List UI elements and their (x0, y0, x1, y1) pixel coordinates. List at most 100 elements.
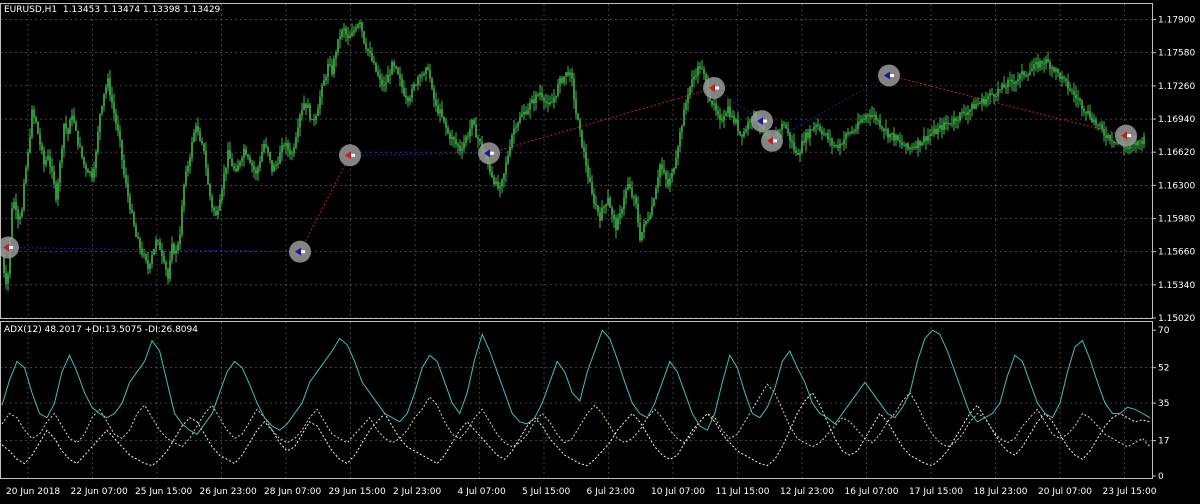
price-bar-body (461, 148, 463, 151)
price-bar-body (1125, 147, 1127, 149)
price-bar-body (271, 159, 273, 172)
price-bar-body (449, 132, 451, 140)
price-bar-body (617, 217, 619, 231)
price-bar-body (169, 259, 171, 279)
price-bar-body (521, 114, 523, 117)
price-bar-body (781, 124, 783, 131)
price-bar-body (659, 164, 661, 178)
price-bar-body (143, 254, 145, 256)
price-bar-body (1063, 76, 1065, 79)
price-bar-body (1009, 79, 1011, 81)
x-tick-label: 10 Jul 07:00 (651, 487, 705, 497)
price-bar-body (621, 209, 623, 214)
price-bar-body (881, 126, 883, 129)
price-bar-body (515, 127, 517, 129)
price-bar-body (117, 123, 119, 132)
price-bar-body (747, 122, 749, 130)
price-bar-body (717, 110, 719, 115)
price-bar-body (669, 178, 671, 186)
price-bar-body (1113, 141, 1115, 144)
price-bar-body (375, 62, 377, 72)
price-bar-body (895, 135, 897, 141)
price-bar-body (167, 269, 169, 279)
price-bar-body (281, 145, 283, 153)
price-bar-body (23, 183, 25, 210)
price-bar-body (671, 172, 673, 179)
price-bar-body (741, 134, 743, 137)
price-bar-body (289, 149, 291, 155)
price-bar-body (743, 131, 745, 137)
price-bar-body (381, 79, 383, 86)
price-bar-body (213, 207, 215, 211)
price-bar-body (59, 162, 61, 183)
price-bar-body (207, 168, 209, 185)
price-bar-body (323, 80, 325, 86)
price-bar-body (845, 133, 847, 140)
y-tick-label: 1.17580 (1158, 49, 1195, 59)
price-bar-body (749, 121, 751, 123)
price-bar-body (295, 136, 297, 148)
price-bar-body (125, 174, 127, 184)
price-bar-body (1049, 62, 1051, 69)
price-bar-body (1095, 119, 1097, 125)
price-bar-body (915, 146, 917, 148)
price-bar-body (975, 104, 977, 109)
price-bar-body (383, 84, 385, 86)
price-bar-body (1033, 64, 1035, 70)
price-bar-body (405, 95, 407, 98)
price-bar-body (855, 129, 857, 131)
price-bar-body (629, 184, 631, 189)
price-bar-body (363, 31, 365, 43)
price-bar-body (637, 203, 639, 223)
price-bar-body (779, 130, 781, 132)
price-bar-body (249, 157, 251, 163)
price-bar-body (699, 66, 701, 69)
price-bar-body (981, 98, 983, 103)
price-bar-body (999, 89, 1001, 91)
price-bar-body (269, 152, 271, 160)
x-tick-label: 16 Jul 07:00 (845, 487, 899, 497)
price-bar-body (859, 121, 861, 123)
price-bar-body (1017, 79, 1019, 82)
y-tick-label: 1.17260 (1158, 82, 1195, 92)
price-bar-body (463, 142, 465, 149)
price-bar-body (185, 171, 187, 185)
price-bar-body (801, 140, 803, 153)
price-bar-body (415, 84, 417, 86)
price-bar-body (739, 131, 741, 135)
price-bar-body (673, 168, 675, 173)
x-tick-label: 4 Jul 07:00 (458, 487, 507, 497)
price-bar-body (1053, 67, 1055, 72)
price-bar-body (997, 89, 999, 96)
price-bar-body (963, 111, 965, 114)
price-bar-body (1055, 69, 1057, 72)
price-bar-body (407, 97, 409, 102)
price-bar-body (435, 99, 437, 106)
price-bar-body (355, 27, 357, 31)
price-bar-body (233, 166, 235, 169)
x-tick-label: 23 Jul 15:00 (1103, 487, 1157, 497)
price-bar-body (625, 189, 627, 198)
chart-canvas[interactable]: 20 Jun 2018 22 Jun 07:00 25 Jun 15:00 26 Ju… (0, 0, 1200, 500)
price-bar-body (83, 156, 85, 165)
chart-window[interactable]: 20 Jun 2018 22 Jun 07:00 25 Jun 15:00 26 Ju… (0, 0, 1200, 500)
price-bar-body (255, 170, 257, 174)
price-bar-body (727, 106, 729, 114)
price-bar-body (901, 142, 903, 146)
price-bar-body (647, 219, 649, 221)
price-bar-body (497, 181, 499, 189)
price-bar-body (1089, 111, 1091, 118)
price-bar-body (607, 197, 609, 205)
price-bar-body (1141, 141, 1143, 144)
price-bar-body (477, 137, 479, 139)
price-bar-body (507, 155, 509, 164)
price-bar-body (41, 144, 43, 151)
price-bar-body (351, 32, 353, 37)
price-bar-body (411, 88, 413, 98)
price-bar-body (349, 36, 351, 39)
price-bar-body (853, 130, 855, 132)
price-bar-body (883, 128, 885, 131)
price-bar-body (973, 103, 975, 109)
price-bar-body (889, 133, 891, 138)
price-bar-body (961, 111, 963, 113)
